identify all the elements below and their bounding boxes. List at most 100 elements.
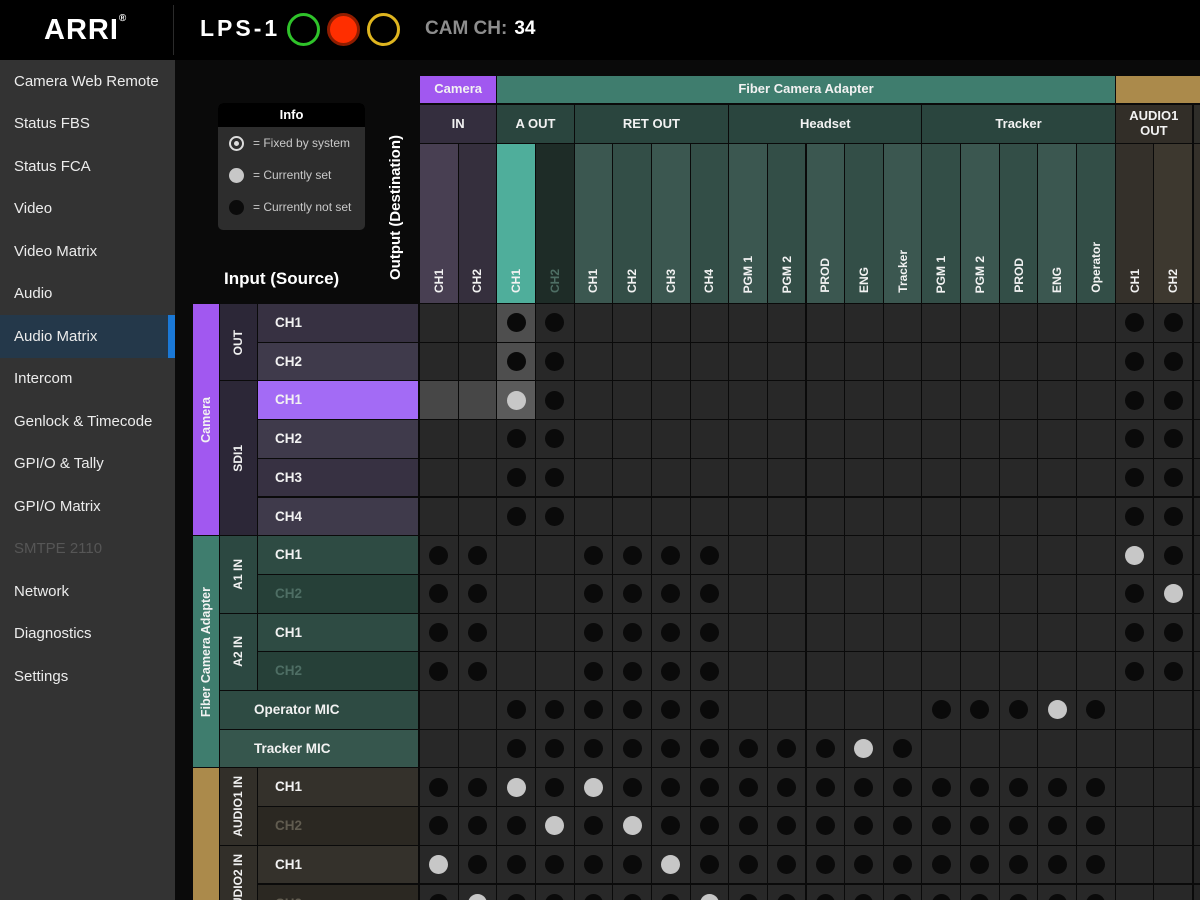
matrix-cell[interactable] (961, 846, 999, 884)
matrix-cell[interactable] (1077, 536, 1115, 574)
matrix-cell[interactable] (536, 381, 574, 419)
matrix-cell[interactable] (536, 536, 574, 574)
matrix-cell[interactable] (575, 846, 613, 884)
matrix-cell[interactable] (536, 730, 574, 768)
matrix-cell[interactable] (807, 459, 845, 497)
matrix-cell[interactable] (1038, 768, 1076, 806)
column-header-prod[interactable]: PROD (1000, 144, 1038, 303)
matrix-cell[interactable] (575, 381, 613, 419)
sidebar-item-video[interactable]: Video (0, 188, 175, 231)
matrix-cell[interactable] (845, 885, 883, 900)
matrix-cell[interactable] (420, 575, 458, 613)
column-header-ch2[interactable]: CH2 (536, 144, 574, 303)
matrix-cell[interactable] (922, 885, 960, 900)
matrix-cell[interactable] (652, 343, 690, 381)
matrix-cell[interactable] (1154, 459, 1192, 497)
matrix-cell[interactable] (575, 614, 613, 652)
matrix-cell[interactable] (652, 575, 690, 613)
matrix-cell[interactable] (961, 575, 999, 613)
row-label-ch3[interactable]: CH3 (258, 459, 418, 497)
sidebar-item-diagnostics[interactable]: Diagnostics (0, 613, 175, 656)
matrix-cell[interactable] (922, 459, 960, 497)
matrix-cell[interactable] (961, 691, 999, 729)
matrix-cell[interactable] (575, 730, 613, 768)
matrix-cell[interactable] (1116, 730, 1154, 768)
matrix-cell[interactable] (1116, 691, 1154, 729)
matrix-cell[interactable] (1154, 304, 1192, 342)
matrix-cell[interactable] (1116, 381, 1154, 419)
matrix-cell[interactable] (536, 420, 574, 458)
matrix-cell[interactable] (1038, 730, 1076, 768)
column-header-pgm-1[interactable]: PGM 1 (729, 144, 767, 303)
matrix-cell[interactable] (1077, 304, 1115, 342)
matrix-cell[interactable] (1077, 730, 1115, 768)
matrix-cell[interactable] (691, 343, 729, 381)
matrix-cell[interactable] (459, 846, 497, 884)
matrix-cell[interactable] (922, 768, 960, 806)
matrix-cell[interactable] (845, 652, 883, 690)
matrix-cell[interactable] (1038, 575, 1076, 613)
matrix-cell[interactable] (961, 459, 999, 497)
matrix-cell[interactable] (652, 304, 690, 342)
matrix-cell[interactable] (1116, 575, 1154, 613)
matrix-cell[interactable] (1077, 846, 1115, 884)
matrix-cell[interactable] (768, 420, 806, 458)
matrix-cell[interactable] (613, 420, 651, 458)
matrix-cell[interactable] (613, 730, 651, 768)
matrix-cell[interactable] (729, 614, 767, 652)
matrix-cell[interactable] (1154, 343, 1192, 381)
row-label-ch1[interactable]: CH1 (258, 768, 418, 806)
matrix-cell[interactable] (536, 885, 574, 900)
column-header-tracker[interactable]: Tracker (884, 144, 922, 303)
matrix-cell[interactable] (729, 304, 767, 342)
matrix-cell[interactable] (575, 575, 613, 613)
matrix-cell[interactable] (884, 575, 922, 613)
sidebar-item-settings[interactable]: Settings (0, 655, 175, 698)
matrix-cell[interactable] (1077, 498, 1115, 536)
row-label-ch2[interactable]: CH2 (258, 652, 418, 690)
matrix-cell[interactable] (691, 730, 729, 768)
matrix-cell[interactable] (1116, 614, 1154, 652)
matrix-cell[interactable] (613, 459, 651, 497)
sidebar-item-video-matrix[interactable]: Video Matrix (0, 230, 175, 273)
column-header-ch4[interactable]: CH4 (691, 144, 729, 303)
matrix-cell[interactable] (575, 536, 613, 574)
sidebar-item-gpi-o-matrix[interactable]: GPI/O Matrix (0, 485, 175, 528)
matrix-cell[interactable] (845, 807, 883, 845)
matrix-cell[interactable] (1077, 459, 1115, 497)
matrix-cell[interactable] (459, 536, 497, 574)
matrix-cell[interactable] (497, 459, 535, 497)
matrix-cell[interactable] (536, 614, 574, 652)
matrix-cell[interactable] (691, 768, 729, 806)
column-header-ch2[interactable]: CH2 (1154, 144, 1192, 303)
matrix-cell[interactable] (497, 498, 535, 536)
matrix-cell[interactable] (845, 304, 883, 342)
sidebar-item-status-fca[interactable]: Status FCA (0, 145, 175, 188)
matrix-cell[interactable] (961, 730, 999, 768)
matrix-cell[interactable] (652, 459, 690, 497)
matrix-cell[interactable] (807, 885, 845, 900)
matrix-cell[interactable] (884, 420, 922, 458)
matrix-cell[interactable] (807, 768, 845, 806)
matrix-cell[interactable] (459, 885, 497, 900)
row-label-ch2[interactable]: CH2 (258, 420, 418, 458)
matrix-cell[interactable] (613, 691, 651, 729)
matrix-cell[interactable] (845, 730, 883, 768)
matrix-cell[interactable] (691, 420, 729, 458)
matrix-cell[interactable] (845, 614, 883, 652)
matrix-cell[interactable] (1038, 381, 1076, 419)
row-label-ch2[interactable]: CH2 (258, 807, 418, 845)
matrix-cell[interactable] (845, 536, 883, 574)
matrix-cell[interactable] (807, 575, 845, 613)
matrix-cell[interactable] (845, 420, 883, 458)
matrix-cell[interactable] (807, 730, 845, 768)
matrix-cell[interactable] (575, 343, 613, 381)
matrix-cell[interactable] (652, 807, 690, 845)
matrix-cell[interactable] (884, 846, 922, 884)
matrix-cell[interactable] (536, 846, 574, 884)
matrix-cell[interactable] (1038, 614, 1076, 652)
matrix-cell[interactable] (729, 575, 767, 613)
matrix-cell[interactable] (691, 652, 729, 690)
matrix-cell[interactable] (1038, 343, 1076, 381)
matrix-cell[interactable] (1116, 768, 1154, 806)
